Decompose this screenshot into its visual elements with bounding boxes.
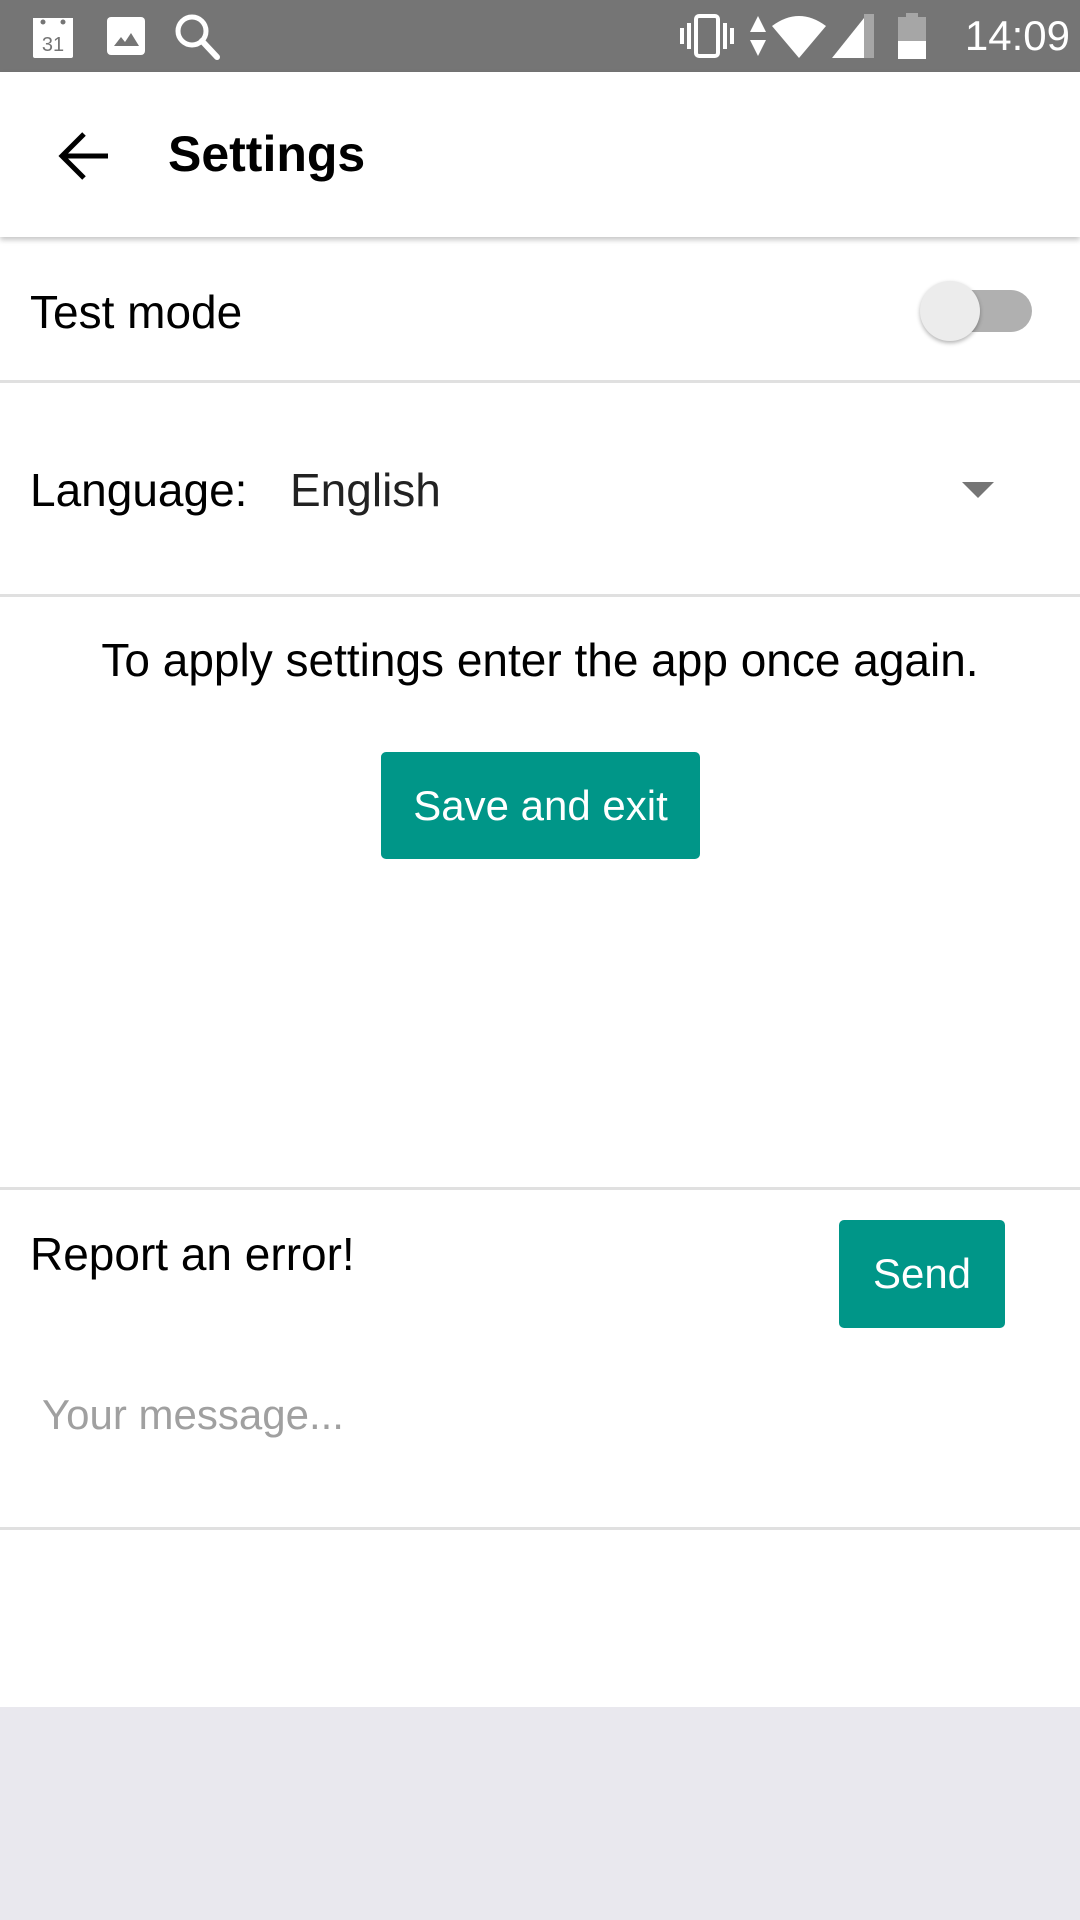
language-selected-value: English [290,464,441,516]
gallery-icon [106,0,146,72]
data-transfer-icon [750,0,766,72]
message-input[interactable] [30,1380,1074,1450]
apply-settings-notice: To apply settings enter the app once aga… [101,634,979,686]
svg-text:31: 31 [42,34,64,56]
app-bar: Settings [0,72,1080,237]
divider [0,380,1080,383]
language-label: Language: [30,464,248,516]
search-icon [172,0,222,72]
save-and-exit-button[interactable]: Save and exit [381,752,700,859]
battery-icon [898,0,926,72]
report-error-title: Report an error! [30,1228,355,1280]
send-button[interactable]: Send [839,1220,1005,1328]
status-time: 14:09 [964,12,1070,59]
dropdown-arrow-icon [962,482,994,498]
page-title: Settings [168,126,366,182]
toggle-thumb [920,281,980,341]
divider [0,1187,1080,1190]
language-dropdown[interactable]: English [280,440,1020,540]
test-mode-label: Test mode [30,286,243,338]
arrow-left-icon [58,132,108,180]
wifi-icon [772,0,826,72]
vibrate-icon [680,0,734,72]
divider [0,594,1080,597]
calendar-icon: 31 [30,0,76,72]
cell-signal-icon [832,0,874,72]
back-button[interactable] [44,116,124,196]
status-bar: 31 14:09 [0,0,1080,72]
test-mode-toggle[interactable] [918,280,1034,342]
divider [0,1527,1080,1530]
